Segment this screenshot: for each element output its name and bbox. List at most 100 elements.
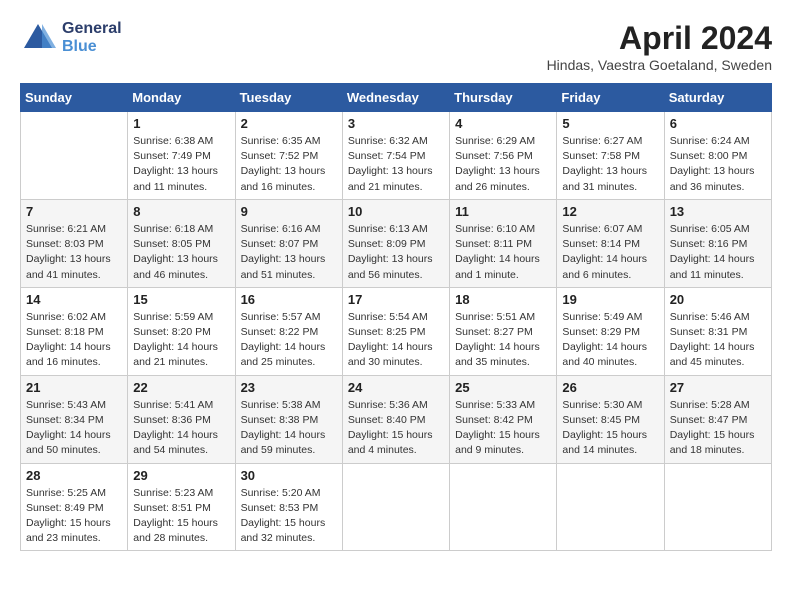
day-info: Sunrise: 5:25 AM Sunset: 8:49 PM Dayligh… [26, 486, 122, 547]
day-number: 22 [133, 380, 229, 395]
day-info: Sunrise: 6:10 AM Sunset: 8:11 PM Dayligh… [455, 222, 551, 283]
day-number: 27 [670, 380, 766, 395]
weekday-header-monday: Monday [128, 84, 235, 112]
day-number: 9 [241, 204, 337, 219]
calendar-cell: 17 Sunrise: 5:54 AM Sunset: 8:25 PM Dayli… [342, 287, 449, 375]
calendar-cell: 23 Sunrise: 5:38 AM Sunset: 8:38 PM Dayli… [235, 375, 342, 463]
day-number: 2 [241, 116, 337, 131]
weekday-header-saturday: Saturday [664, 84, 771, 112]
day-number: 26 [562, 380, 658, 395]
day-number: 17 [348, 292, 444, 307]
calendar-cell: 11 Sunrise: 6:10 AM Sunset: 8:11 PM Dayli… [450, 199, 557, 287]
day-info: Sunrise: 5:54 AM Sunset: 8:25 PM Dayligh… [348, 310, 444, 371]
day-info: Sunrise: 6:24 AM Sunset: 8:00 PM Dayligh… [670, 134, 766, 195]
logo: General Blue [20, 20, 122, 56]
day-info: Sunrise: 5:36 AM Sunset: 8:40 PM Dayligh… [348, 398, 444, 459]
day-number: 24 [348, 380, 444, 395]
day-number: 11 [455, 204, 551, 219]
logo-text: General Blue [62, 20, 122, 56]
calendar-cell: 30 Sunrise: 5:20 AM Sunset: 8:53 PM Dayli… [235, 463, 342, 551]
day-number: 3 [348, 116, 444, 131]
page-header: General Blue April 2024 Hindas, Vaestra … [20, 20, 772, 73]
day-info: Sunrise: 6:35 AM Sunset: 7:52 PM Dayligh… [241, 134, 337, 195]
weekday-header-friday: Friday [557, 84, 664, 112]
calendar-cell: 20 Sunrise: 5:46 AM Sunset: 8:31 PM Dayli… [664, 287, 771, 375]
day-number: 23 [241, 380, 337, 395]
calendar-cell: 8 Sunrise: 6:18 AM Sunset: 8:05 PM Daylig… [128, 199, 235, 287]
day-info: Sunrise: 6:13 AM Sunset: 8:09 PM Dayligh… [348, 222, 444, 283]
day-number: 18 [455, 292, 551, 307]
calendar-cell [557, 463, 664, 551]
day-info: Sunrise: 5:49 AM Sunset: 8:29 PM Dayligh… [562, 310, 658, 371]
calendar-cell: 19 Sunrise: 5:49 AM Sunset: 8:29 PM Dayli… [557, 287, 664, 375]
day-number: 10 [348, 204, 444, 219]
day-number: 14 [26, 292, 122, 307]
title-section: April 2024 Hindas, Vaestra Goetaland, Sw… [547, 20, 772, 73]
calendar-cell: 1Sunrise: 6:38 AM Sunset: 7:49 PM Daylig… [128, 112, 235, 200]
calendar-cell: 13 Sunrise: 6:05 AM Sunset: 8:16 PM Dayli… [664, 199, 771, 287]
calendar-cell: 2 Sunrise: 6:35 AM Sunset: 7:52 PM Daylig… [235, 112, 342, 200]
day-number: 16 [241, 292, 337, 307]
day-info: Sunrise: 6:27 AM Sunset: 7:58 PM Dayligh… [562, 134, 658, 195]
day-number: 30 [241, 468, 337, 483]
weekday-header-wednesday: Wednesday [342, 84, 449, 112]
calendar-cell: 16Sunrise: 5:57 AM Sunset: 8:22 PM Dayli… [235, 287, 342, 375]
calendar-cell [450, 463, 557, 551]
day-number: 15 [133, 292, 229, 307]
day-number: 12 [562, 204, 658, 219]
day-number: 19 [562, 292, 658, 307]
weekday-header-sunday: Sunday [21, 84, 128, 112]
calendar-cell: 4 Sunrise: 6:29 AM Sunset: 7:56 PM Daylig… [450, 112, 557, 200]
calendar-cell [342, 463, 449, 551]
day-info: Sunrise: 5:41 AM Sunset: 8:36 PM Dayligh… [133, 398, 229, 459]
calendar-cell: 5 Sunrise: 6:27 AM Sunset: 7:58 PM Daylig… [557, 112, 664, 200]
day-number: 29 [133, 468, 229, 483]
day-info: Sunrise: 5:43 AM Sunset: 8:34 PM Dayligh… [26, 398, 122, 459]
day-info: Sunrise: 6:38 AM Sunset: 7:49 PM Dayligh… [133, 134, 229, 195]
calendar-cell [664, 463, 771, 551]
calendar-table: SundayMondayTuesdayWednesdayThursdayFrid… [20, 83, 772, 551]
logo-icon [20, 20, 56, 56]
calendar-cell: 15 Sunrise: 5:59 AM Sunset: 8:20 PM Dayli… [128, 287, 235, 375]
day-info: Sunrise: 5:51 AM Sunset: 8:27 PM Dayligh… [455, 310, 551, 371]
day-info: Sunrise: 5:59 AM Sunset: 8:20 PM Dayligh… [133, 310, 229, 371]
calendar-cell: 3 Sunrise: 6:32 AM Sunset: 7:54 PM Daylig… [342, 112, 449, 200]
weekday-header-tuesday: Tuesday [235, 84, 342, 112]
day-number: 21 [26, 380, 122, 395]
calendar-cell: 26 Sunrise: 5:30 AM Sunset: 8:45 PM Dayli… [557, 375, 664, 463]
day-info: Sunrise: 5:46 AM Sunset: 8:31 PM Dayligh… [670, 310, 766, 371]
day-info: Sunrise: 5:38 AM Sunset: 8:38 PM Dayligh… [241, 398, 337, 459]
weekday-header-thursday: Thursday [450, 84, 557, 112]
calendar-cell: 6 Sunrise: 6:24 AM Sunset: 8:00 PM Daylig… [664, 112, 771, 200]
day-info: Sunrise: 5:23 AM Sunset: 8:51 PM Dayligh… [133, 486, 229, 547]
day-number: 13 [670, 204, 766, 219]
day-info: Sunrise: 5:20 AM Sunset: 8:53 PM Dayligh… [241, 486, 337, 547]
day-number: 8 [133, 204, 229, 219]
calendar-cell: 28 Sunrise: 5:25 AM Sunset: 8:49 PM Dayli… [21, 463, 128, 551]
day-number: 5 [562, 116, 658, 131]
day-info: Sunrise: 6:16 AM Sunset: 8:07 PM Dayligh… [241, 222, 337, 283]
day-number: 20 [670, 292, 766, 307]
calendar-cell: 12 Sunrise: 6:07 AM Sunset: 8:14 PM Dayli… [557, 199, 664, 287]
calendar-cell: 18 Sunrise: 5:51 AM Sunset: 8:27 PM Dayli… [450, 287, 557, 375]
day-info: Sunrise: 6:02 AM Sunset: 8:18 PM Dayligh… [26, 310, 122, 371]
calendar-cell: 29 Sunrise: 5:23 AM Sunset: 8:51 PM Dayli… [128, 463, 235, 551]
day-info: Sunrise: 6:32 AM Sunset: 7:54 PM Dayligh… [348, 134, 444, 195]
day-number: 6 [670, 116, 766, 131]
calendar-cell: 7 Sunrise: 6:21 AM Sunset: 8:03 PM Daylig… [21, 199, 128, 287]
day-info: Sunrise: 5:28 AM Sunset: 8:47 PM Dayligh… [670, 398, 766, 459]
day-info: Sunrise: 6:18 AM Sunset: 8:05 PM Dayligh… [133, 222, 229, 283]
calendar-cell: 25Sunrise: 5:33 AM Sunset: 8:42 PM Dayli… [450, 375, 557, 463]
day-number: 7 [26, 204, 122, 219]
calendar-cell: 22 Sunrise: 5:41 AM Sunset: 8:36 PM Dayli… [128, 375, 235, 463]
day-info: Sunrise: 6:05 AM Sunset: 8:16 PM Dayligh… [670, 222, 766, 283]
day-info: Sunrise: 5:30 AM Sunset: 8:45 PM Dayligh… [562, 398, 658, 459]
calendar-cell: 27 Sunrise: 5:28 AM Sunset: 8:47 PM Dayli… [664, 375, 771, 463]
location: Hindas, Vaestra Goetaland, Sweden [547, 57, 772, 73]
day-info: Sunrise: 6:21 AM Sunset: 8:03 PM Dayligh… [26, 222, 122, 283]
day-info: Sunrise: 6:07 AM Sunset: 8:14 PM Dayligh… [562, 222, 658, 283]
day-number: 4 [455, 116, 551, 131]
day-info: Sunrise: 6:29 AM Sunset: 7:56 PM Dayligh… [455, 134, 551, 195]
month-title: April 2024 [547, 20, 772, 57]
day-number: 28 [26, 468, 122, 483]
